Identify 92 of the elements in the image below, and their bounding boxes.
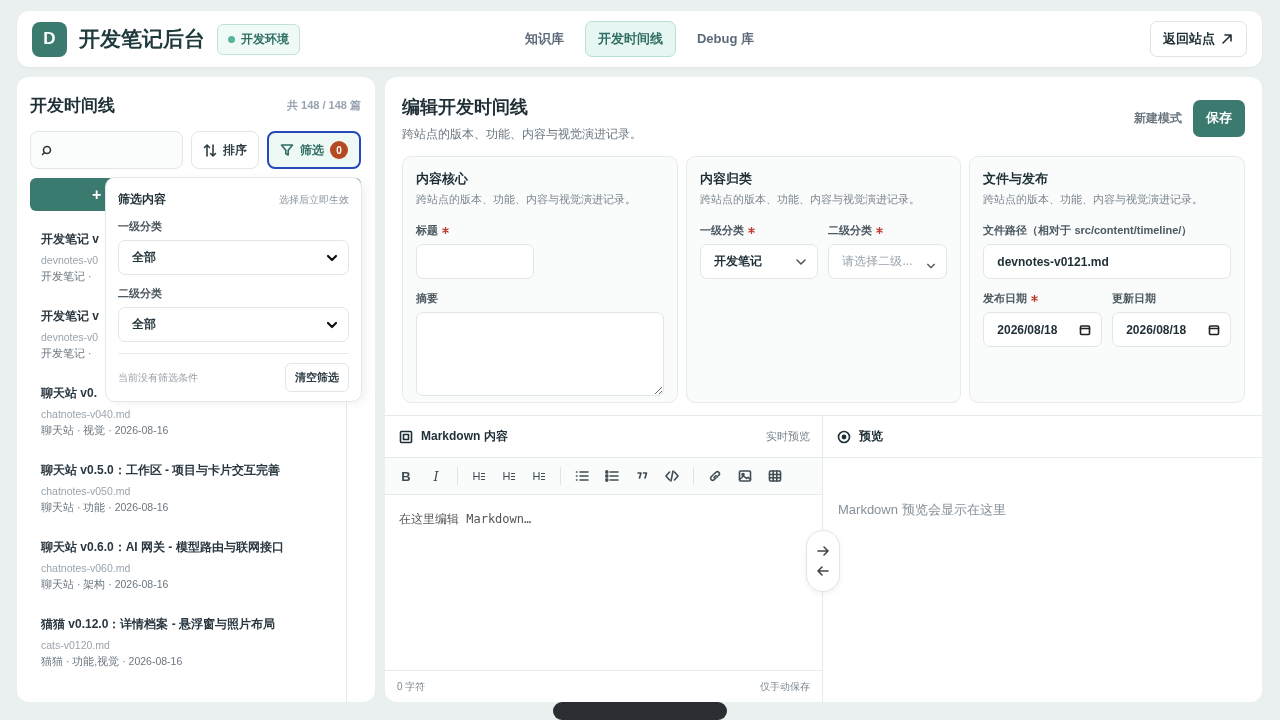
entry-filename: cats-v0120.md [41,639,110,651]
bold-button[interactable]: B [393,463,419,489]
section-subtitle: 跨站点的版本、功能、内容与视觉演进记录。 [983,193,1205,207]
nav-tab[interactable]: Debug 库 [683,21,768,57]
panel-title: 编辑开发时间线 [402,96,529,119]
entry-title[interactable]: 聊天站 v0.5.0：工作区 - 项目与卡片交互完善 [41,462,281,479]
preview-empty-message: Markdown 预览会显示在这里 [838,502,1006,517]
live-preview-label: 实时预览 [766,429,810,444]
sort-button[interactable]: 排序 [191,131,259,169]
search-field[interactable] [30,131,183,169]
environment-badge: 开发环境 [217,23,300,55]
left-arrow-icon [816,564,830,578]
panel-title: 开发时间线 [30,94,115,117]
table-icon[interactable] [768,469,782,483]
return-button[interactable]: 返回站点 [1150,21,1247,57]
heading-button[interactable]: H [466,463,492,489]
link-icon[interactable] [708,469,722,483]
field-label: 标题 [416,223,438,238]
entry-filename: chatnotes-v040.md [41,408,131,420]
save-button[interactable]: 保存 [1193,100,1245,137]
app-title: 开发笔记后台 [79,26,205,52]
pane-title: 预览 [859,428,883,445]
entry-title[interactable]: 猫猫 v0.12.0：详情档案 - 悬浮窗与照片布局 [41,616,276,633]
bullet-list-icon[interactable] [575,469,589,483]
section-subtitle: 跨站点的版本、功能、内容与视觉演进记录。 [699,193,921,207]
entry-meta: 开发笔记 · [41,347,92,361]
field-label: 更新日期 [1112,291,1157,306]
logo: D [32,21,67,57]
image-icon[interactable] [738,469,752,483]
field-label: 一级分类 [699,223,744,238]
field-label: 一级分类 [118,219,163,234]
input-field[interactable] [416,244,534,279]
entry-filename: chatnotes-v060.md [41,562,131,574]
clear-filter-button[interactable]: 清空筛选 [285,363,349,392]
scroll-right-button[interactable] [816,544,830,558]
filter-icon [280,143,294,157]
date-field[interactable]: 2026/08/18 [1112,312,1231,347]
status-dot-icon [228,35,235,43]
search-icon [41,144,53,156]
section-title: 文件与发布 [983,171,1050,188]
heading-button[interactable]: H [526,463,552,489]
item-count: 共 148 / 148 篇 [287,97,361,113]
filter-status: 当前没有筛选条件 [118,370,198,385]
field-label: 二级分类 [118,286,163,301]
section-subtitle: 跨站点的版本、功能、内容与视觉演进记录。 [416,193,637,207]
field-label: 二级分类 [828,223,873,238]
select-field[interactable]: 全部 [118,240,349,275]
italic-button[interactable]: I [423,463,449,489]
nav-tab[interactable]: 知识库 [511,21,577,57]
section-title: 内容归类 [699,171,753,188]
right-arrow-icon [816,544,830,558]
numbered-list-icon[interactable] [605,469,619,483]
select-field[interactable]: 全部 [118,307,349,342]
calendar-icon [1208,323,1220,336]
scroll-left-button[interactable] [816,564,830,578]
entry-filename: chatnotes-v050.md [41,485,131,497]
pane-title: Markdown 内容 [421,428,508,445]
character-count: 0 字符 [397,679,426,694]
external-arrow-icon [1220,32,1234,46]
date-field[interactable]: 2026/08/18 [983,312,1103,347]
heading-button[interactable]: H [496,463,522,489]
entry-meta: 聊天站 · 架构 · 2026-08-16 [41,578,169,592]
popover-hint: 选择后立即生效 [279,192,349,207]
nav-tab[interactable]: 开发时间线 [584,21,676,57]
section-title: 内容核心 [416,171,469,188]
frame-icon [399,429,413,444]
code-icon[interactable] [665,469,679,483]
save-note: 仅手动保存 [760,679,810,694]
target-icon [837,429,851,444]
input-field[interactable]: devnotes-v0121.md [983,244,1231,279]
floating-dock[interactable] [553,702,727,720]
field-label: 文件路径（相对于 src/content/timeline/） [983,223,1193,238]
entry-title[interactable]: 开发笔记 v [41,231,99,248]
panel-subtitle: 跨站点的版本、功能、内容与视觉演进记录。 [402,127,642,142]
field-label: 发布日期 [983,291,1028,306]
entry-meta: 聊天站 · 视觉 · 2026-08-16 [41,424,169,438]
filter-button[interactable]: 筛选 0 [267,131,361,169]
sort-icon [203,142,217,158]
mode-label: 新建模式 [1134,110,1182,127]
entry-meta: 猫猫 · 功能,视觉 · 2026-08-16 [41,655,183,669]
entry-title[interactable]: 开发笔记 v [41,308,99,325]
field-label: 摘要 [416,291,438,306]
entry-title[interactable]: 聊天站 v0. [41,385,97,402]
popover-title: 筛选内容 [118,191,166,208]
calendar-icon [1079,323,1092,336]
entry-filename: devnotes-v0 [41,331,99,343]
count-badge: 0 [330,141,348,159]
entry-meta: 开发笔记 · [41,270,92,284]
entry-filename: devnotes-v0 [41,254,99,266]
select-field[interactable]: 开发笔记 [699,244,819,279]
entry-title[interactable]: 聊天站 v0.6.0：AI 网关 - 模型路由与联网接口 [41,539,284,556]
entry-meta: 聊天站 · 功能 · 2026-08-16 [41,501,169,515]
